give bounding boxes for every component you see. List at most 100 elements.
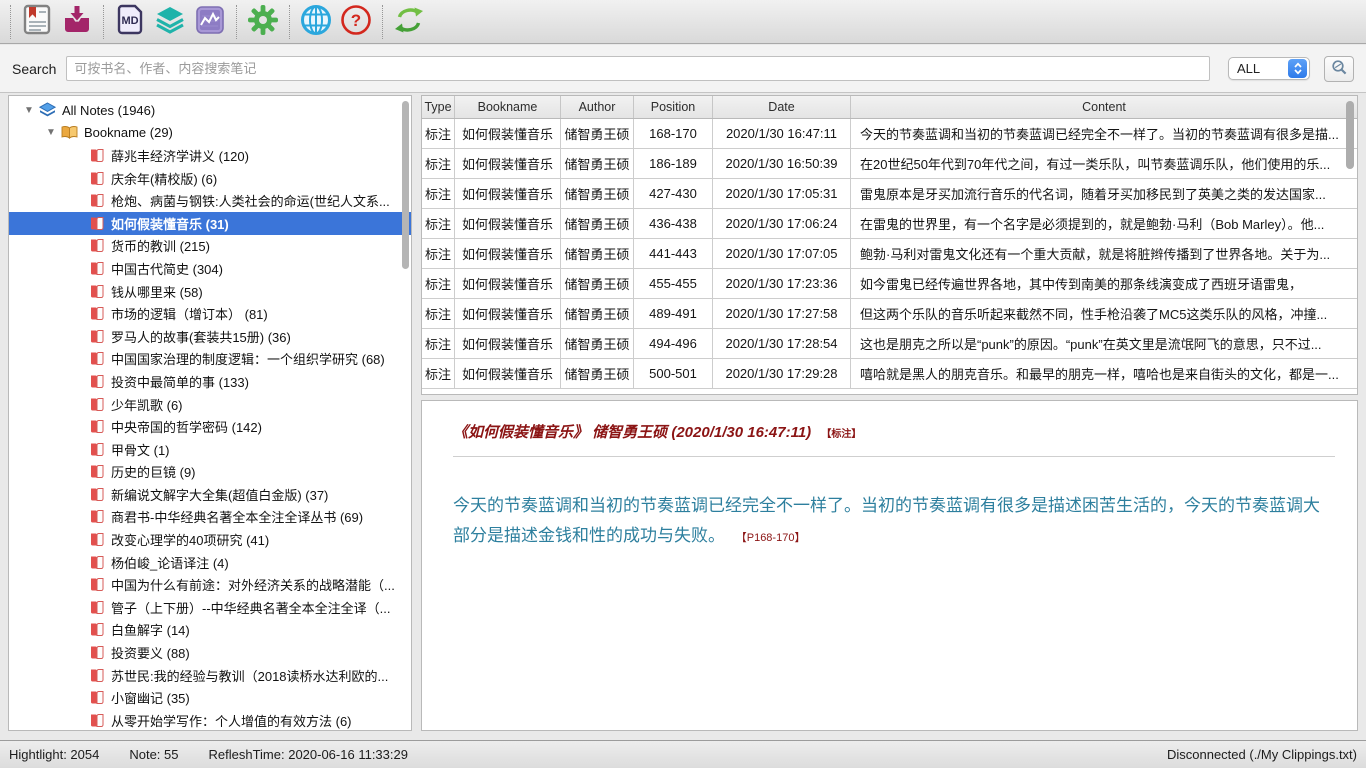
settings-button[interactable]: [243, 2, 283, 42]
column-header-date[interactable]: Date: [713, 96, 851, 118]
toolbar-separator: [289, 5, 290, 39]
gear-icon: [246, 3, 280, 40]
svg-text:MD: MD: [121, 15, 138, 27]
refresh-button[interactable]: [389, 2, 429, 42]
table-row[interactable]: 标注 如何假装懂音乐 储智勇王硕 494-496 2020/1/30 17:28…: [422, 329, 1357, 359]
cell-content: 但这两个乐队的音乐听起来截然不同，性手枪沿袭了MC5这类乐队的风格，冲撞...: [851, 299, 1357, 328]
sidebar-item-book[interactable]: 杨伯峻_论语译注 (4): [9, 551, 411, 574]
sidebar-item-label: 庆余年(精校版) (6): [111, 169, 217, 188]
column-header-bookname[interactable]: Bookname: [455, 96, 561, 118]
sidebar-item-book[interactable]: 小窗幽记 (35): [9, 686, 411, 709]
sidebar-item-book[interactable]: 管子（上下册）--中华经典名著全本全注全译（...: [9, 596, 411, 619]
sidebar-item-book[interactable]: 改变心理学的40项研究 (41): [9, 528, 411, 551]
sidebar-item-label: 小窗幽记 (35): [111, 688, 190, 707]
sidebar-item-book[interactable]: 商君书-中华经典名著全本全注全译丛书 (69): [9, 506, 411, 529]
red-book-icon: [89, 555, 105, 570]
red-book-icon: [89, 668, 105, 683]
table-row[interactable]: 标注 如何假装懂音乐 储智勇王硕 436-438 2020/1/30 17:06…: [422, 209, 1357, 239]
sidebar-item-book[interactable]: 少年凯歌 (6): [9, 393, 411, 416]
disclosure-triangle-icon[interactable]: ▼: [23, 105, 35, 116]
table-row[interactable]: 标注 如何假装懂音乐 储智勇王硕 168-170 2020/1/30 16:47…: [422, 119, 1357, 149]
column-header-type[interactable]: Type: [422, 96, 455, 118]
search-input[interactable]: [66, 56, 1210, 81]
table-row[interactable]: 标注 如何假装懂音乐 储智勇王硕 455-455 2020/1/30 17:23…: [422, 269, 1357, 299]
table-row[interactable]: 标注 如何假装懂音乐 储智勇王硕 500-501 2020/1/30 17:29…: [422, 359, 1357, 389]
table-row[interactable]: 标注 如何假装懂音乐 储智勇王硕 186-189 2020/1/30 16:50…: [422, 149, 1357, 179]
sidebar-item-book[interactable]: 中国为什么有前途：对外经济关系的战略潜能（...: [9, 573, 411, 596]
web-button[interactable]: [296, 2, 336, 42]
sidebar-item-book[interactable]: 历史的巨镜 (9): [9, 461, 411, 484]
table-row[interactable]: 标注 如何假装懂音乐 储智勇王硕 427-430 2020/1/30 17:05…: [422, 179, 1357, 209]
status-highlight-count: Hightlight: 2054: [9, 747, 99, 762]
sidebar-item-book[interactable]: 薛兆丰经济学讲义 (120): [9, 144, 411, 167]
sidebar-item-book[interactable]: 罗马人的故事(套装共15册) (36): [9, 325, 411, 348]
red-book-icon: [89, 577, 105, 592]
search-go-button[interactable]: [1324, 56, 1354, 82]
stats-chart-icon: [193, 3, 227, 40]
sidebar-item-label: 中国国家治理的制度逻辑：一个组织学研究 (68): [111, 349, 385, 368]
note-detail-panel: 《如何假装懂音乐》 储智勇王硕 (2020/1/30 16:47:11) 【标注…: [421, 400, 1358, 731]
sidebar-item-book[interactable]: 枪炮、病菌与钢铁:人类社会的命运(世纪人文系...: [9, 189, 411, 212]
sidebar-item-book[interactable]: 苏世民:我的经验与教训（2018读桥水达利欧的...: [9, 664, 411, 687]
sidebar-item-book[interactable]: 投资中最简单的事 (133): [9, 370, 411, 393]
sidebar-item-book[interactable]: 钱从哪里来 (58): [9, 280, 411, 303]
cell-content: 鲍勃·马利对雷鬼文化还有一个重大贡献，就是将脏辫传播到了世界各地。关于为...: [851, 239, 1357, 268]
cell-position: 186-189: [634, 149, 713, 178]
cell-bookname: 如何假装懂音乐: [455, 269, 561, 298]
sidebar-item-book[interactable]: 中国古代简史 (304): [9, 257, 411, 280]
red-book-icon: [89, 622, 105, 637]
column-header-content[interactable]: Content: [851, 96, 1357, 118]
sidebar-item-book[interactable]: 货币的教训 (215): [9, 235, 411, 258]
sidebar-item-label: 罗马人的故事(套装共15册) (36): [111, 327, 291, 346]
sidebar-item-book[interactable]: 投资要义 (88): [9, 641, 411, 664]
sidebar-item-all-notes[interactable]: ▼ All Notes (1946): [9, 99, 411, 122]
status-bar: Hightlight: 2054 Note: 55 RefleshTime: 2…: [0, 740, 1366, 768]
cell-author: 储智勇王硕: [561, 119, 634, 148]
chevron-updown-icon: [1288, 59, 1307, 78]
column-header-author[interactable]: Author: [561, 96, 634, 118]
markdown-export-button[interactable]: MD: [110, 2, 150, 42]
red-book-icon: [89, 442, 105, 457]
table-row[interactable]: 标注 如何假装懂音乐 储智勇王硕 441-443 2020/1/30 17:07…: [422, 239, 1357, 269]
red-book-icon: [89, 351, 105, 366]
sidebar-item-label: Bookname (29): [84, 125, 173, 140]
layers-button[interactable]: [150, 2, 190, 42]
import-button[interactable]: [57, 2, 97, 42]
sidebar-item-book[interactable]: 中央帝国的哲学密码 (142): [9, 415, 411, 438]
status-connection: Disconnected (./My Clippings.txt): [1167, 747, 1357, 762]
sidebar-item-book[interactable]: 新编说文解字大全集(超值白金版) (37): [9, 483, 411, 506]
column-header-position[interactable]: Position: [634, 96, 713, 118]
sidebar-item-bookname-group[interactable]: ▼ Bookname (29): [9, 122, 411, 145]
sidebar-item-book[interactable]: 白鱼解字 (14): [9, 619, 411, 642]
sidebar-item-book[interactable]: 从零开始学写作：个人增值的有效方法 (6): [9, 709, 411, 731]
sidebar-item-label: 商君书-中华经典名著全本全注全译丛书 (69): [111, 507, 363, 526]
cell-author: 储智勇王硕: [561, 299, 634, 328]
disclosure-triangle-icon[interactable]: ▼: [45, 127, 57, 138]
sidebar-item-book[interactable]: 甲骨文 (1): [9, 438, 411, 461]
notes-table: Type Bookname Author Position Date Conte…: [421, 95, 1358, 395]
cell-date: 2020/1/30 17:05:31: [713, 179, 851, 208]
cell-content: 这也是朋克之所以是“punk”的原因。“punk”在英文里是流氓阿飞的意思，只不…: [851, 329, 1357, 358]
sidebar-item-book[interactable]: 如何假装懂音乐 (31): [9, 212, 411, 235]
red-book-icon: [89, 171, 105, 186]
red-book-icon: [89, 713, 105, 728]
notes-button[interactable]: [17, 2, 57, 42]
globe-icon: [299, 3, 333, 40]
layers-icon: [153, 3, 187, 40]
sidebar-item-book[interactable]: 庆余年(精校版) (6): [9, 167, 411, 190]
table-scrollbar[interactable]: [1346, 101, 1354, 169]
sidebar-item-book[interactable]: 中国国家治理的制度逻辑：一个组织学研究 (68): [9, 348, 411, 371]
red-book-icon: [89, 397, 105, 412]
toolbar-separator: [10, 5, 11, 39]
sidebar-scrollbar[interactable]: [402, 101, 409, 269]
filter-dropdown[interactable]: ALL: [1228, 57, 1310, 80]
sidebar-item-book[interactable]: 市场的逻辑（增订本） (81): [9, 302, 411, 325]
red-book-icon: [89, 487, 105, 502]
cell-author: 储智勇王硕: [561, 179, 634, 208]
table-row[interactable]: 标注 如何假装懂音乐 储智勇王硕 489-491 2020/1/30 17:27…: [422, 299, 1357, 329]
stats-button[interactable]: [190, 2, 230, 42]
cell-type: 标注: [422, 119, 455, 148]
sidebar-item-label: 管子（上下册）--中华经典名著全本全注全译（...: [111, 598, 391, 617]
help-button[interactable]: ?: [336, 2, 376, 42]
cell-content: 在雷鬼的世界里，有一个名字是必须提到的，就是鲍勃·马利（Bob Marley）。…: [851, 209, 1357, 238]
